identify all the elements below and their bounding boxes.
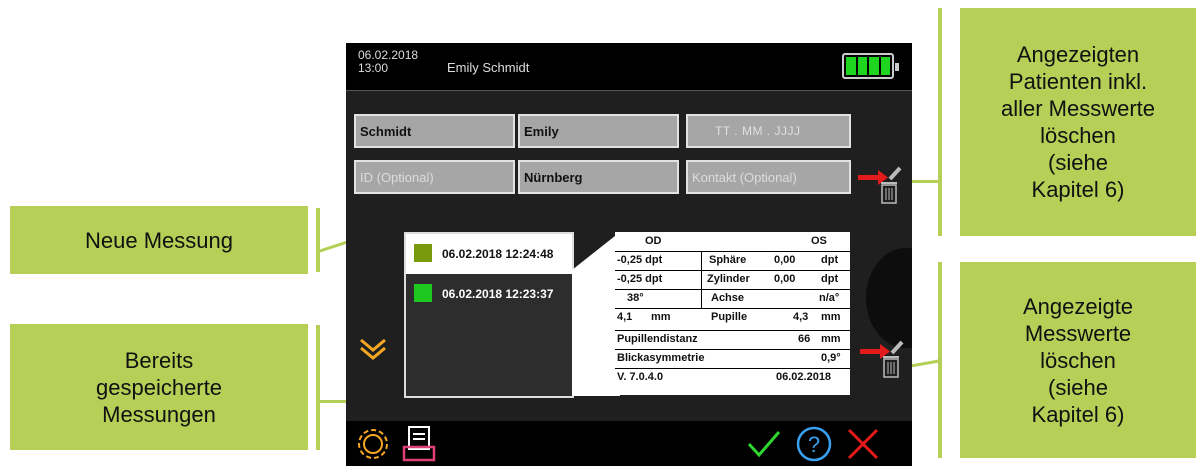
measurement-list: 06.02.2018 12:24:48 06.02.2018 12:23:37 <box>404 232 574 398</box>
callout-saved-measurements: Bereits gespeicherte Messungen <box>10 324 308 450</box>
table-cell: dpt <box>821 254 839 266</box>
print-icon[interactable] <box>402 425 438 463</box>
time-text: 13:00 <box>358 61 389 75</box>
callout-text: (siehe <box>1048 374 1108 400</box>
table-cell: -0,25 dpt <box>617 273 663 285</box>
callout-text: (siehe <box>1048 150 1108 175</box>
callout-delete-patient: Angezeigten Patienten inkl. aller Messwe… <box>960 8 1196 236</box>
callout-text: Neue Messung <box>85 227 233 253</box>
table-cell: -0,25 dpt <box>617 254 663 266</box>
city-field[interactable]: Nürnberg <box>518 160 679 194</box>
table-cell: Zylinder <box>707 273 750 285</box>
chevron-down-icon <box>360 338 386 360</box>
table-row: Blickasymmetrie 0,9° <box>615 349 850 369</box>
table-row: -0,25 dpt Sphäre 0,00 dpt <box>615 251 850 271</box>
table-cell: 0,9° <box>821 352 841 364</box>
status-bar: 06.02.2018 13:00 Emily Schmidt <box>346 43 912 91</box>
callout-text: Bereits <box>124 347 194 373</box>
close-icon[interactable] <box>846 427 880 461</box>
measurement-label: 06.02.2018 12:24:48 <box>442 247 554 261</box>
table-cell: 0,00 <box>774 254 796 266</box>
measurement-item-saved[interactable]: 06.02.2018 12:23:37 <box>406 274 572 314</box>
table-cell: Pupille <box>711 311 748 323</box>
connector-shape <box>572 232 620 396</box>
callout-new-measurement: Neue Messung <box>10 206 308 274</box>
callout-text: löschen <box>1040 347 1116 373</box>
delete-patient-button[interactable] <box>856 165 906 212</box>
callout-text: Patienten inkl. <box>1008 69 1148 94</box>
status-square <box>414 244 432 262</box>
table-row: -0,25 dpt Zylinder 0,00 dpt <box>615 270 850 290</box>
table-cell: 66 <box>798 333 811 345</box>
callout-delete-values: Angezeigte Messwerte löschen (siehe Kapi… <box>960 262 1196 458</box>
measurement-label: 06.02.2018 12:23:37 <box>442 287 554 301</box>
callout-text: Messwerte <box>1024 320 1132 346</box>
os-header: OS <box>811 235 827 247</box>
table-row: 4,1 mm Pupille 4,3 mm <box>615 308 850 331</box>
expand-list-button[interactable] <box>358 335 388 370</box>
help-icon[interactable]: ? <box>795 425 833 463</box>
callout-text: Kapitel 6) <box>1031 401 1125 427</box>
birthdate-field[interactable]: TT . MM . JJJJ <box>686 114 851 148</box>
table-cell: mm <box>821 311 841 323</box>
callout-text: Angezeigte <box>1022 293 1134 319</box>
callout-line <box>938 8 942 236</box>
contact-field[interactable]: Kontakt (Optional) <box>686 160 851 194</box>
table-cell: V. 7.0.4.0 <box>617 371 664 383</box>
trash-icon <box>858 166 902 204</box>
check-icon[interactable] <box>746 429 782 459</box>
table-cell: 38° <box>627 292 644 304</box>
callout-text: löschen <box>1040 123 1116 148</box>
id-field[interactable]: ID (Optional) <box>354 160 515 194</box>
table-cell: mm <box>821 333 841 345</box>
table-cell: 06.02.2018 <box>776 371 832 383</box>
table-cell: Blickasymmetrie <box>617 352 705 364</box>
callout-text: gespeicherte <box>96 374 222 400</box>
table-cell: mm <box>651 311 671 323</box>
delete-values-button[interactable] <box>858 339 908 386</box>
callout-line <box>316 208 320 272</box>
status-square <box>414 284 432 302</box>
od-header: OD <box>645 235 662 247</box>
table-row: Pupillendistanz 66 mm <box>615 330 850 350</box>
table-cell: Pupillendistanz <box>617 333 698 345</box>
table-row: 38° Achse n/a° <box>615 289 850 309</box>
table-cell: 0,00 <box>774 273 796 285</box>
measurement-item-new[interactable]: 06.02.2018 12:24:48 <box>406 234 572 274</box>
svg-text:?: ? <box>808 432 820 457</box>
device-screen: 06.02.2018 13:00 Emily Schmidt Schmidt E… <box>346 43 912 466</box>
callout-line <box>316 325 320 450</box>
patient-name: Emily Schmidt <box>447 60 530 75</box>
callout-text: Messungen <box>102 401 216 427</box>
callout-text: Kapitel 6) <box>1031 177 1125 202</box>
table-row: V. 7.0.4.0 06.02.2018 <box>615 368 850 387</box>
table-cell: dpt <box>821 273 839 285</box>
gear-icon[interactable] <box>356 427 390 461</box>
table-row: OD OS <box>615 232 850 252</box>
dark-shape <box>866 248 912 348</box>
table-cell: 4,1 <box>617 311 633 323</box>
battery-icon <box>842 53 899 79</box>
table-cell: Achse <box>711 292 745 304</box>
results-table: OD OS -0,25 dpt Sphäre 0,00 dpt -0,25 dp… <box>615 232 850 395</box>
first-name-field[interactable]: Emily <box>518 114 679 148</box>
table-cell: n/a° <box>819 292 840 304</box>
trash-icon <box>860 340 904 378</box>
table-cell: Sphäre <box>709 254 747 266</box>
callout-text: Angezeigten <box>1016 42 1140 67</box>
datetime: 06.02.2018 13:00 <box>358 49 418 75</box>
table-cell: 4,3 <box>793 311 809 323</box>
callout-text: aller Messwerte <box>1000 96 1156 121</box>
bottom-toolbar: ? <box>346 421 912 466</box>
last-name-field[interactable]: Schmidt <box>354 114 515 148</box>
